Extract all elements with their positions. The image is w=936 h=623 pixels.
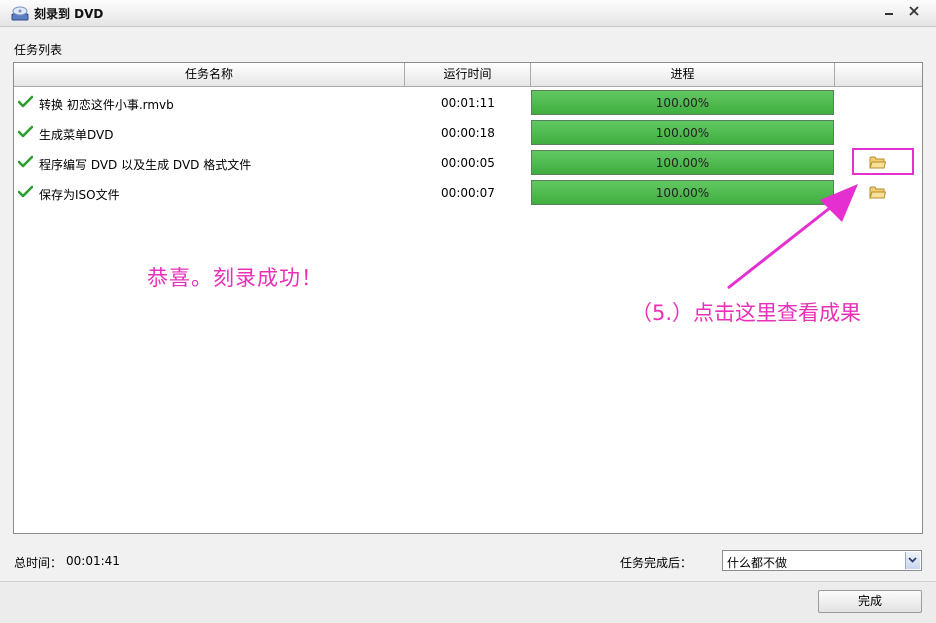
column-header-task-name[interactable]: 任务名称: [14, 63, 405, 87]
after-completion-select[interactable]: 什么都不做: [722, 550, 922, 571]
dvd-burner-icon: [11, 6, 29, 21]
check-icon: [18, 185, 33, 198]
task-name: 保存为ISO文件: [39, 188, 120, 202]
column-header-run-time[interactable]: 运行时间: [405, 63, 531, 87]
after-completion-label: 任务完成后：: [620, 556, 693, 570]
task-run-time: 00:00:07: [441, 186, 495, 200]
step-annotation: （5.）点击这里查看成果: [631, 301, 862, 325]
footer-bar: [0, 582, 936, 623]
close-icon[interactable]: [905, 4, 923, 22]
minimize-icon[interactable]: [880, 4, 898, 22]
task-name: 程序编写 DVD 以及生成 DVD 格式文件: [39, 158, 252, 172]
table-row[interactable]: 生成菜单DVD 00:00:18 100.00%: [14, 118, 922, 148]
task-run-time: 00:00:18: [441, 126, 495, 140]
progress-text: 100.00%: [655, 96, 710, 110]
column-header-progress[interactable]: 进程: [531, 63, 835, 87]
done-button[interactable]: 完成: [818, 590, 922, 613]
chevron-down-icon[interactable]: [905, 552, 920, 569]
column-header-actions[interactable]: [835, 63, 922, 87]
progress-bar: 100.00%: [531, 90, 834, 115]
success-annotation: 恭喜。刻录成功！: [147, 266, 323, 290]
task-run-time: 00:01:11: [441, 96, 495, 110]
task-name: 生成菜单DVD: [39, 128, 114, 142]
title-bar: 刻录到 DVD: [0, 0, 936, 27]
after-completion-value: 什么都不做: [727, 556, 788, 570]
check-icon: [18, 125, 33, 138]
progress-bar: 100.00%: [531, 120, 834, 145]
task-list-label: 任务列表: [14, 43, 63, 57]
total-time-label: 总时间：: [14, 556, 63, 570]
progress-text: 100.00%: [655, 156, 710, 170]
table-row[interactable]: 转换 初恋这件小事.rmvb 00:01:11 100.00%: [14, 88, 922, 118]
task-run-time: 00:00:05: [441, 156, 495, 170]
check-icon: [18, 155, 33, 168]
window-title: 刻录到 DVD: [34, 7, 104, 21]
total-time-value: 00:01:41: [66, 554, 120, 568]
progress-text: 100.00%: [655, 126, 710, 140]
check-icon: [18, 95, 33, 108]
task-name: 转换 初恋这件小事.rmvb: [39, 98, 174, 112]
pointer-arrow-icon: [727, 184, 858, 290]
